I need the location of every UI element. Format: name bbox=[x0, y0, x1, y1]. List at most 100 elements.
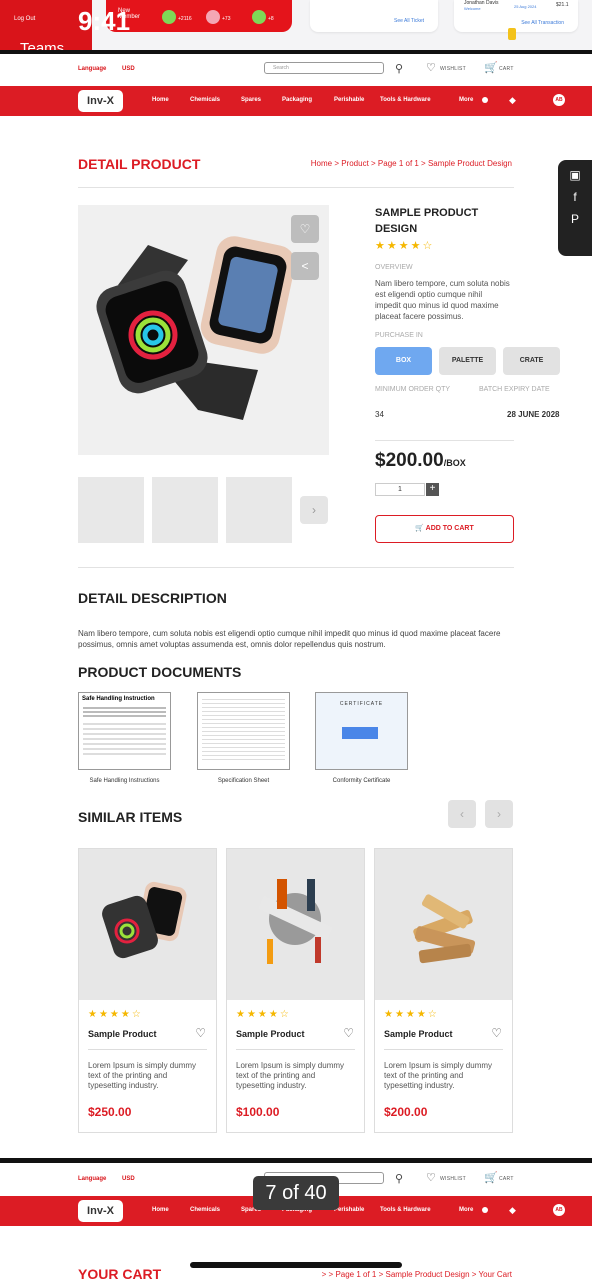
chevron-down-icon[interactable] bbox=[482, 1207, 488, 1213]
instagram-icon[interactable]: ▣ bbox=[558, 168, 592, 182]
wishlist-button[interactable]: ♡ bbox=[291, 215, 319, 243]
option-crate[interactable]: CRATE bbox=[503, 347, 560, 375]
logo[interactable]: Inv-X bbox=[78, 90, 123, 112]
product-card[interactable]: ★★★★☆ Sample Product ♡ Lorem Ipsum is si… bbox=[78, 848, 217, 1133]
add-to-cart-label: ADD TO CART bbox=[425, 525, 474, 532]
document-certificate[interactable]: CERTIFICATE bbox=[315, 692, 408, 770]
moq-value: 34 bbox=[375, 410, 384, 419]
moq-label: MINIMUM ORDER QTY bbox=[375, 386, 451, 393]
nav-tools-hardware[interactable]: Tools & Hardware bbox=[380, 97, 431, 103]
nav-packaging[interactable]: Packaging bbox=[282, 97, 312, 103]
nav-more[interactable]: More bbox=[459, 1207, 473, 1213]
add-to-cart-button[interactable]: 🛒 ADD TO CART bbox=[375, 515, 514, 543]
product-card[interactable]: ★★★★☆ Sample Product ♡ Lorem Ipsum is si… bbox=[374, 848, 513, 1133]
bell-icon[interactable]: ◆ bbox=[509, 95, 516, 106]
nav-chemicals[interactable]: Chemicals bbox=[190, 97, 220, 103]
product-card-image bbox=[227, 849, 364, 1000]
heart-icon[interactable]: ♡ bbox=[343, 1026, 354, 1040]
description-title: DETAIL DESCRIPTION bbox=[78, 590, 227, 606]
avatar[interactable]: AB bbox=[553, 94, 565, 106]
transaction-amount: $21.1 bbox=[556, 2, 569, 8]
document-specification[interactable] bbox=[197, 692, 290, 770]
search-icon[interactable]: ⚲ bbox=[395, 62, 403, 75]
nav-more[interactable]: More bbox=[459, 97, 473, 103]
thumbnail-next-button[interactable]: › bbox=[300, 496, 328, 524]
cart-link[interactable]: CART bbox=[499, 1176, 514, 1182]
thumbnail-2[interactable] bbox=[152, 477, 218, 543]
cart-icon[interactable]: 🛒 bbox=[484, 1171, 498, 1184]
nav-perishable[interactable]: Perishable bbox=[334, 1207, 364, 1213]
page-counter: 7 of 40 bbox=[253, 1176, 339, 1210]
expiry-label: BATCH EXPIRY DATE bbox=[479, 386, 550, 393]
card-price: $250.00 bbox=[88, 1105, 132, 1119]
divider bbox=[236, 1049, 355, 1050]
option-palette[interactable]: PALETTE bbox=[439, 347, 496, 375]
nav-perishable[interactable]: Perishable bbox=[334, 97, 364, 103]
thumbnail-1[interactable] bbox=[78, 477, 144, 543]
card-title: Sample Product bbox=[88, 1029, 157, 1039]
product-card[interactable]: ★★★★☆ Sample Product ♡ Lorem Ipsum is si… bbox=[226, 848, 365, 1133]
price-unit: /BOX bbox=[443, 458, 466, 468]
card-description: Lorem Ipsum is simply dummy text of the … bbox=[88, 1061, 197, 1090]
avatar[interactable]: AB bbox=[553, 1204, 565, 1216]
quantity-plus-button[interactable]: + bbox=[426, 483, 439, 496]
thumbnail-3[interactable] bbox=[226, 477, 292, 543]
bell-icon[interactable]: ◆ bbox=[509, 1205, 516, 1216]
screen: Log Out New Member +2116 +73 +8 See All … bbox=[0, 0, 592, 1280]
stat-chip-icon bbox=[252, 10, 266, 24]
similar-next-button[interactable]: › bbox=[485, 800, 513, 828]
similar-prev-button[interactable]: ‹ bbox=[448, 800, 476, 828]
card-price: $100.00 bbox=[236, 1105, 280, 1119]
language-selector[interactable]: Language bbox=[78, 1176, 106, 1182]
heart-icon[interactable]: ♡ bbox=[491, 1026, 502, 1040]
card-description: Lorem Ipsum is simply dummy text of the … bbox=[236, 1061, 345, 1090]
battery-icon bbox=[508, 28, 516, 40]
wishlist-link[interactable]: WISHLIST bbox=[440, 1176, 466, 1182]
option-box[interactable]: BOX bbox=[375, 347, 432, 375]
home-indicator[interactable] bbox=[190, 1262, 402, 1268]
chevron-down-icon[interactable] bbox=[482, 97, 488, 103]
page-title: DETAIL PRODUCT bbox=[78, 156, 201, 172]
cart-icon[interactable]: 🛒 bbox=[484, 61, 498, 74]
screenshot-divider bbox=[0, 1158, 592, 1163]
doc-heading: Safe Handling Instruction bbox=[82, 696, 155, 702]
card-price: $200.00 bbox=[384, 1105, 428, 1119]
currency-selector[interactable]: USD bbox=[122, 1176, 135, 1182]
nav-home[interactable]: Home bbox=[152, 1207, 169, 1213]
logout-link[interactable]: Log Out bbox=[14, 16, 35, 22]
pinterest-icon[interactable]: P bbox=[558, 212, 592, 226]
heart-icon[interactable]: ♡ bbox=[195, 1026, 206, 1040]
overview-label: OVERVIEW bbox=[375, 264, 413, 271]
heart-icon[interactable]: ♡ bbox=[426, 1171, 436, 1184]
language-selector[interactable]: Language bbox=[78, 66, 106, 72]
price-value: $200.00 bbox=[375, 450, 444, 471]
nav-home[interactable]: Home bbox=[152, 97, 169, 103]
heart-icon[interactable]: ♡ bbox=[426, 61, 436, 74]
breadcrumb[interactable]: Home > Product > Page 1 of 1 > Sample Pr… bbox=[311, 159, 512, 168]
previous-page-peek: Log Out New Member +2116 +73 +8 See All … bbox=[0, 0, 592, 50]
stat-chip-icon bbox=[206, 10, 220, 24]
share-button[interactable]: < bbox=[291, 252, 319, 280]
nav-tools-hardware[interactable]: Tools & Hardware bbox=[380, 1207, 431, 1213]
wishlist-link[interactable]: WISHLIST bbox=[440, 66, 466, 72]
transaction-date: 25 Aug 2024 bbox=[514, 4, 537, 9]
search-icon[interactable]: ⚲ bbox=[395, 1172, 403, 1185]
currency-selector[interactable]: USD bbox=[122, 66, 135, 72]
cart-link[interactable]: CART bbox=[499, 66, 514, 72]
overview-text: Nam libero tempore, cum soluta nobis est… bbox=[375, 279, 510, 321]
divider bbox=[375, 440, 514, 441]
quantity-input[interactable]: 1 bbox=[375, 483, 425, 496]
document-safe-handling[interactable]: Safe Handling Instruction bbox=[78, 692, 171, 770]
nav-spares[interactable]: Spares bbox=[241, 97, 261, 103]
card-rating: ★★★★☆ bbox=[88, 1009, 143, 1020]
nav-chemicals[interactable]: Chemicals bbox=[190, 1207, 220, 1213]
see-all-transaction-link[interactable]: See All Transaction bbox=[521, 20, 564, 26]
similar-items-title: SIMILAR ITEMS bbox=[78, 809, 183, 825]
see-all-ticket-link[interactable]: See All Ticket bbox=[394, 18, 424, 24]
document-caption: Safe Handling Instructions bbox=[89, 778, 160, 784]
product-price: $200.00/BOX bbox=[375, 450, 466, 472]
search-input[interactable]: Search bbox=[264, 62, 384, 74]
facebook-icon[interactable]: f bbox=[558, 190, 592, 204]
logo[interactable]: Inv-X bbox=[78, 1200, 123, 1222]
breadcrumb[interactable]: > > Page 1 of 1 > Sample Product Design … bbox=[322, 1270, 512, 1279]
